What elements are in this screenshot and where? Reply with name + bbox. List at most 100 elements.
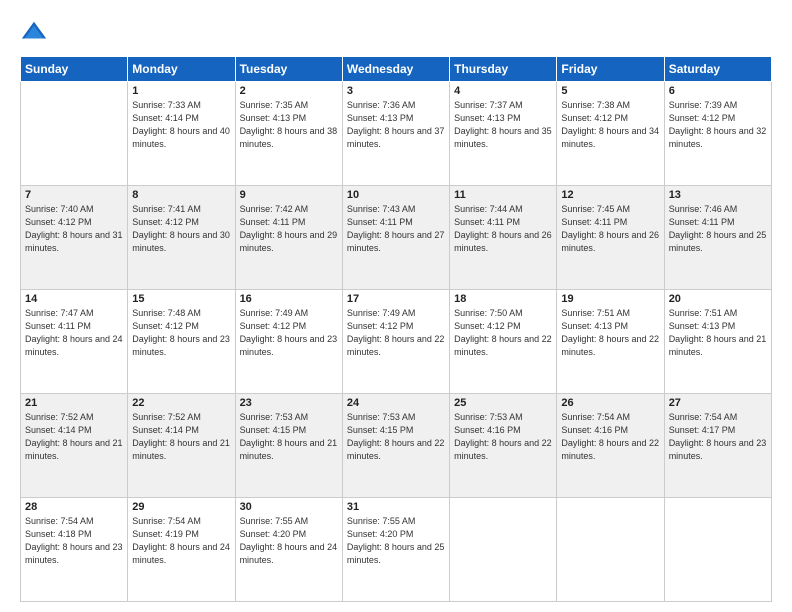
calendar-day-cell: 8 Sunrise: 7:41 AMSunset: 4:12 PMDayligh… xyxy=(128,186,235,290)
calendar-day-cell: 20 Sunrise: 7:51 AMSunset: 4:13 PMDaylig… xyxy=(664,290,771,394)
day-info: Sunrise: 7:53 AMSunset: 4:16 PMDaylight:… xyxy=(454,411,552,463)
calendar-day-cell: 26 Sunrise: 7:54 AMSunset: 4:16 PMDaylig… xyxy=(557,394,664,498)
calendar-day-cell: 19 Sunrise: 7:51 AMSunset: 4:13 PMDaylig… xyxy=(557,290,664,394)
weekday-header-wednesday: Wednesday xyxy=(342,57,449,82)
day-info: Sunrise: 7:54 AMSunset: 4:18 PMDaylight:… xyxy=(25,515,123,567)
day-info: Sunrise: 7:37 AMSunset: 4:13 PMDaylight:… xyxy=(454,99,552,151)
weekday-header-thursday: Thursday xyxy=(450,57,557,82)
calendar-day-cell: 14 Sunrise: 7:47 AMSunset: 4:11 PMDaylig… xyxy=(21,290,128,394)
calendar-day-cell: 15 Sunrise: 7:48 AMSunset: 4:12 PMDaylig… xyxy=(128,290,235,394)
calendar-day-cell xyxy=(21,82,128,186)
calendar-day-cell: 23 Sunrise: 7:53 AMSunset: 4:15 PMDaylig… xyxy=(235,394,342,498)
calendar-day-cell: 9 Sunrise: 7:42 AMSunset: 4:11 PMDayligh… xyxy=(235,186,342,290)
day-info: Sunrise: 7:51 AMSunset: 4:13 PMDaylight:… xyxy=(561,307,659,359)
day-number: 29 xyxy=(132,501,230,513)
day-number: 15 xyxy=(132,293,230,305)
calendar-day-cell: 4 Sunrise: 7:37 AMSunset: 4:13 PMDayligh… xyxy=(450,82,557,186)
calendar-week-row: 14 Sunrise: 7:47 AMSunset: 4:11 PMDaylig… xyxy=(21,290,772,394)
day-info: Sunrise: 7:55 AMSunset: 4:20 PMDaylight:… xyxy=(347,515,445,567)
day-info: Sunrise: 7:40 AMSunset: 4:12 PMDaylight:… xyxy=(25,203,123,255)
calendar-week-row: 1 Sunrise: 7:33 AMSunset: 4:14 PMDayligh… xyxy=(21,82,772,186)
calendar-week-row: 21 Sunrise: 7:52 AMSunset: 4:14 PMDaylig… xyxy=(21,394,772,498)
day-number: 12 xyxy=(561,189,659,201)
day-number: 18 xyxy=(454,293,552,305)
day-info: Sunrise: 7:48 AMSunset: 4:12 PMDaylight:… xyxy=(132,307,230,359)
day-number: 4 xyxy=(454,85,552,97)
day-number: 13 xyxy=(669,189,767,201)
calendar-week-row: 28 Sunrise: 7:54 AMSunset: 4:18 PMDaylig… xyxy=(21,498,772,602)
day-number: 3 xyxy=(347,85,445,97)
calendar-table: SundayMondayTuesdayWednesdayThursdayFrid… xyxy=(20,56,772,602)
day-info: Sunrise: 7:54 AMSunset: 4:19 PMDaylight:… xyxy=(132,515,230,567)
calendar-day-cell: 17 Sunrise: 7:49 AMSunset: 4:12 PMDaylig… xyxy=(342,290,449,394)
day-info: Sunrise: 7:51 AMSunset: 4:13 PMDaylight:… xyxy=(669,307,767,359)
day-number: 26 xyxy=(561,397,659,409)
day-info: Sunrise: 7:35 AMSunset: 4:13 PMDaylight:… xyxy=(240,99,338,151)
calendar-day-cell: 13 Sunrise: 7:46 AMSunset: 4:11 PMDaylig… xyxy=(664,186,771,290)
calendar-day-cell: 10 Sunrise: 7:43 AMSunset: 4:11 PMDaylig… xyxy=(342,186,449,290)
day-number: 25 xyxy=(454,397,552,409)
day-info: Sunrise: 7:36 AMSunset: 4:13 PMDaylight:… xyxy=(347,99,445,151)
calendar-day-cell: 6 Sunrise: 7:39 AMSunset: 4:12 PMDayligh… xyxy=(664,82,771,186)
calendar-day-cell: 5 Sunrise: 7:38 AMSunset: 4:12 PMDayligh… xyxy=(557,82,664,186)
calendar-day-cell: 31 Sunrise: 7:55 AMSunset: 4:20 PMDaylig… xyxy=(342,498,449,602)
day-info: Sunrise: 7:45 AMSunset: 4:11 PMDaylight:… xyxy=(561,203,659,255)
day-info: Sunrise: 7:49 AMSunset: 4:12 PMDaylight:… xyxy=(347,307,445,359)
day-number: 1 xyxy=(132,85,230,97)
weekday-header-saturday: Saturday xyxy=(664,57,771,82)
day-info: Sunrise: 7:52 AMSunset: 4:14 PMDaylight:… xyxy=(132,411,230,463)
calendar-day-cell: 12 Sunrise: 7:45 AMSunset: 4:11 PMDaylig… xyxy=(557,186,664,290)
day-number: 22 xyxy=(132,397,230,409)
calendar-day-cell: 18 Sunrise: 7:50 AMSunset: 4:12 PMDaylig… xyxy=(450,290,557,394)
header xyxy=(20,18,772,46)
day-number: 5 xyxy=(561,85,659,97)
day-info: Sunrise: 7:49 AMSunset: 4:12 PMDaylight:… xyxy=(240,307,338,359)
day-number: 20 xyxy=(669,293,767,305)
weekday-header-tuesday: Tuesday xyxy=(235,57,342,82)
day-info: Sunrise: 7:46 AMSunset: 4:11 PMDaylight:… xyxy=(669,203,767,255)
day-number: 2 xyxy=(240,85,338,97)
calendar-day-cell: 2 Sunrise: 7:35 AMSunset: 4:13 PMDayligh… xyxy=(235,82,342,186)
day-info: Sunrise: 7:44 AMSunset: 4:11 PMDaylight:… xyxy=(454,203,552,255)
calendar-day-cell: 1 Sunrise: 7:33 AMSunset: 4:14 PMDayligh… xyxy=(128,82,235,186)
day-info: Sunrise: 7:53 AMSunset: 4:15 PMDaylight:… xyxy=(240,411,338,463)
day-number: 30 xyxy=(240,501,338,513)
logo xyxy=(20,18,52,46)
day-number: 31 xyxy=(347,501,445,513)
calendar-day-cell: 29 Sunrise: 7:54 AMSunset: 4:19 PMDaylig… xyxy=(128,498,235,602)
calendar-day-cell: 27 Sunrise: 7:54 AMSunset: 4:17 PMDaylig… xyxy=(664,394,771,498)
day-number: 17 xyxy=(347,293,445,305)
day-number: 8 xyxy=(132,189,230,201)
weekday-header-sunday: Sunday xyxy=(21,57,128,82)
day-info: Sunrise: 7:50 AMSunset: 4:12 PMDaylight:… xyxy=(454,307,552,359)
day-info: Sunrise: 7:43 AMSunset: 4:11 PMDaylight:… xyxy=(347,203,445,255)
calendar-day-cell: 25 Sunrise: 7:53 AMSunset: 4:16 PMDaylig… xyxy=(450,394,557,498)
day-number: 24 xyxy=(347,397,445,409)
logo-icon xyxy=(20,18,48,46)
calendar-day-cell: 7 Sunrise: 7:40 AMSunset: 4:12 PMDayligh… xyxy=(21,186,128,290)
calendar-header-row: SundayMondayTuesdayWednesdayThursdayFrid… xyxy=(21,57,772,82)
calendar-day-cell: 24 Sunrise: 7:53 AMSunset: 4:15 PMDaylig… xyxy=(342,394,449,498)
day-number: 19 xyxy=(561,293,659,305)
day-info: Sunrise: 7:38 AMSunset: 4:12 PMDaylight:… xyxy=(561,99,659,151)
day-number: 6 xyxy=(669,85,767,97)
day-number: 11 xyxy=(454,189,552,201)
calendar-day-cell xyxy=(664,498,771,602)
calendar-day-cell xyxy=(557,498,664,602)
day-number: 9 xyxy=(240,189,338,201)
day-number: 10 xyxy=(347,189,445,201)
day-info: Sunrise: 7:39 AMSunset: 4:12 PMDaylight:… xyxy=(669,99,767,151)
day-number: 7 xyxy=(25,189,123,201)
day-info: Sunrise: 7:33 AMSunset: 4:14 PMDaylight:… xyxy=(132,99,230,151)
calendar-day-cell: 11 Sunrise: 7:44 AMSunset: 4:11 PMDaylig… xyxy=(450,186,557,290)
day-info: Sunrise: 7:42 AMSunset: 4:11 PMDaylight:… xyxy=(240,203,338,255)
day-number: 23 xyxy=(240,397,338,409)
day-info: Sunrise: 7:47 AMSunset: 4:11 PMDaylight:… xyxy=(25,307,123,359)
calendar-day-cell: 30 Sunrise: 7:55 AMSunset: 4:20 PMDaylig… xyxy=(235,498,342,602)
calendar-week-row: 7 Sunrise: 7:40 AMSunset: 4:12 PMDayligh… xyxy=(21,186,772,290)
day-number: 16 xyxy=(240,293,338,305)
day-info: Sunrise: 7:55 AMSunset: 4:20 PMDaylight:… xyxy=(240,515,338,567)
day-info: Sunrise: 7:52 AMSunset: 4:14 PMDaylight:… xyxy=(25,411,123,463)
weekday-header-friday: Friday xyxy=(557,57,664,82)
calendar-day-cell: 22 Sunrise: 7:52 AMSunset: 4:14 PMDaylig… xyxy=(128,394,235,498)
